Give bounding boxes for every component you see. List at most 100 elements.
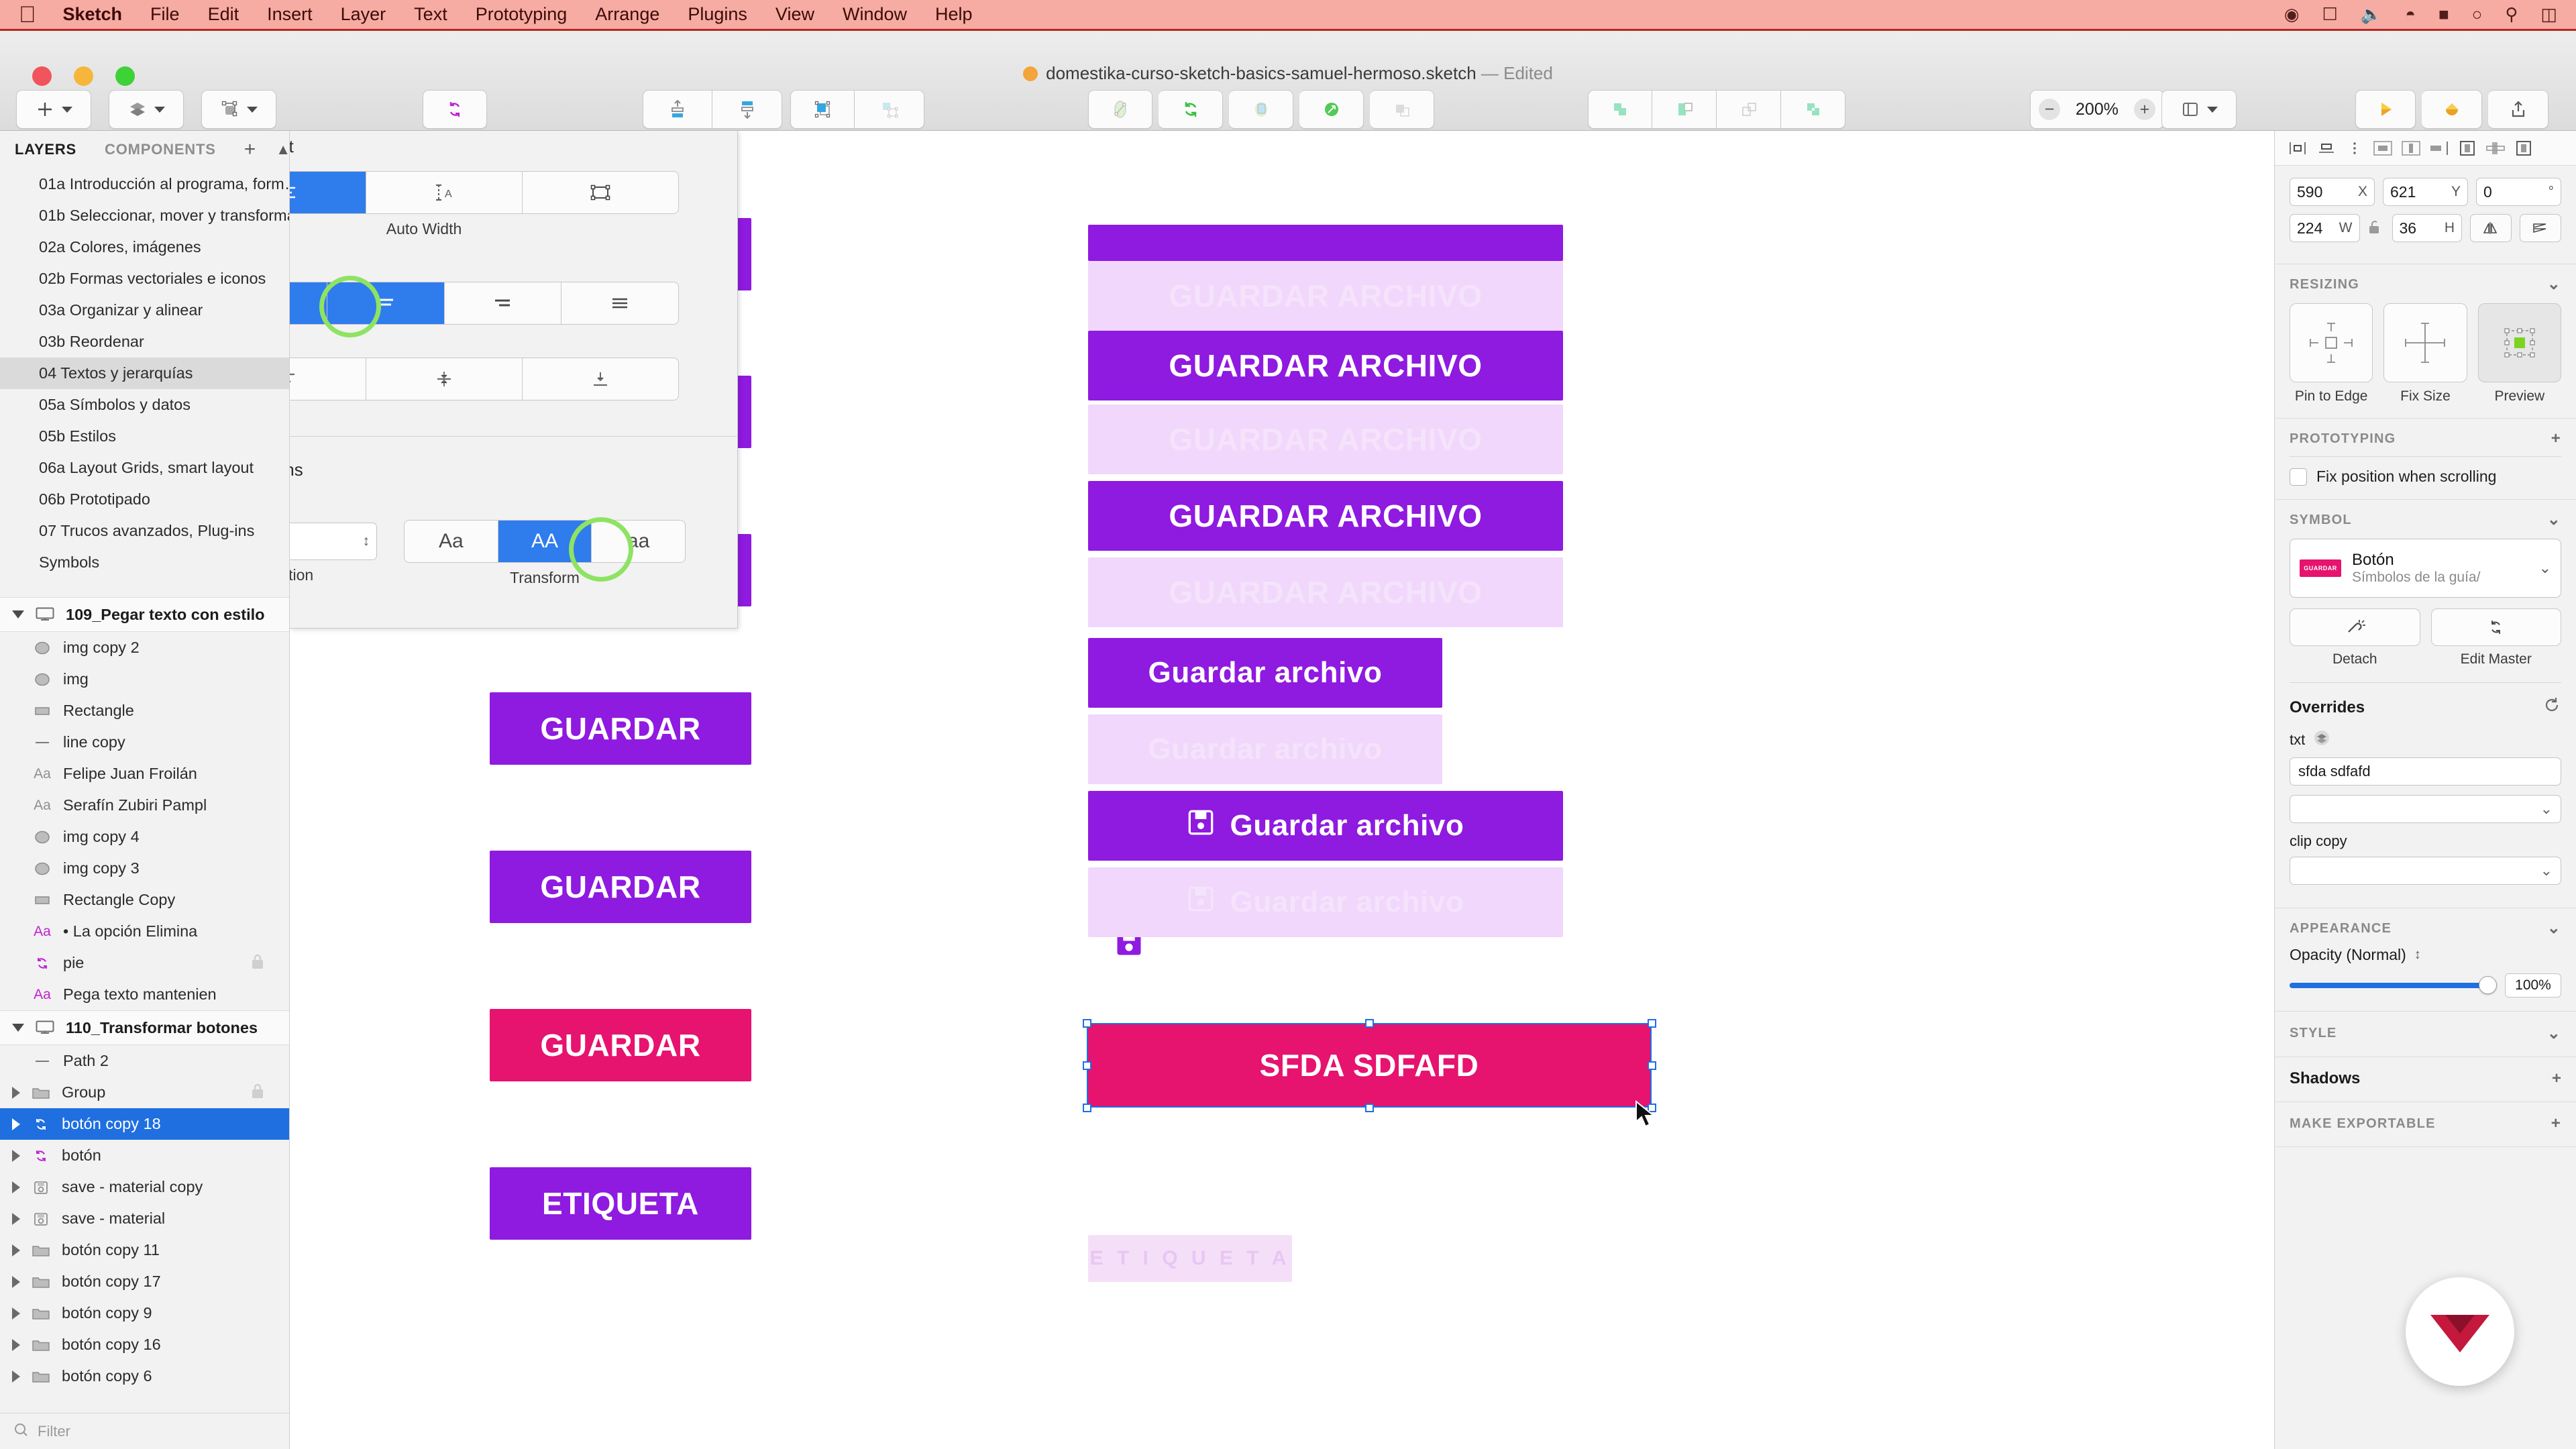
flatten-button[interactable] — [1370, 90, 1434, 129]
menu-item-text[interactable]: Text — [414, 4, 447, 25]
disclosure-triangle-icon[interactable] — [12, 1370, 20, 1383]
layer-row-rectangle-copy[interactable]: Rectangle Copy — [0, 884, 289, 916]
union-button[interactable] — [1588, 90, 1652, 129]
layer-row-img-copy-2[interactable]: img copy 2 — [0, 632, 289, 663]
disclosure-triangle-open-icon[interactable] — [12, 1024, 24, 1032]
disclosure-triangle-icon[interactable] — [12, 1338, 20, 1351]
canvas-button-guardar-archivo-1[interactable]: GUARDAR ARCHIVO — [1088, 261, 1563, 331]
valign-top-option[interactable] — [290, 358, 366, 400]
cloud-button[interactable] — [2422, 90, 2482, 129]
canvas-button-guardar-archivo-5[interactable]: GUARDAR ARCHIVO — [1088, 557, 1563, 627]
pin-to-edge-button[interactable] — [2290, 303, 2373, 382]
menu-item-sketch[interactable]: Sketch — [63, 4, 123, 25]
wifi-icon[interactable]: ◓ — [2405, 4, 2416, 25]
chevron-down-icon[interactable]: ⌄ — [2547, 1024, 2561, 1043]
menu-item-plugins[interactable]: Plugins — [688, 4, 747, 25]
preview-button[interactable] — [2355, 90, 2416, 129]
disclosure-triangle-icon[interactable] — [12, 1149, 20, 1162]
add-export-preset-button[interactable]: + — [2551, 1114, 2561, 1133]
fix-size-button[interactable] — [2383, 303, 2467, 382]
align-right-option[interactable] — [445, 282, 562, 324]
canvas-button-guardar-4[interactable]: GUARDAR — [490, 692, 751, 765]
layer-row-img-copy-4[interactable]: img copy 4 — [0, 821, 289, 853]
menu-item-file[interactable]: File — [150, 4, 180, 25]
flip-vertical-button[interactable] — [2520, 214, 2561, 242]
artboard-group-109[interactable]: 109_Pegar texto con estilo — [0, 597, 289, 632]
layer-row-group[interactable]: Group — [0, 1077, 289, 1108]
page-item-05a[interactable]: 05a Símbolos y datos — [0, 389, 289, 421]
add-page-icon[interactable]: + — [244, 140, 256, 160]
bring-forward-button[interactable] — [643, 90, 712, 129]
layer-row-felipe[interactable]: Aa Felipe Juan Froilán — [0, 758, 289, 790]
chevron-down-icon[interactable]: ⌄ — [2547, 920, 2561, 936]
layer-row-boton-copy-6[interactable]: botón copy 6 — [0, 1360, 289, 1392]
canvas-etiqueta-ghost[interactable]: E T I Q U E T A — [1088, 1235, 1292, 1282]
search-icon[interactable]: ⚲ — [2505, 4, 2518, 25]
disclosure-triangle-icon[interactable] — [12, 1212, 20, 1225]
chevron-down-icon[interactable]: ⌄ — [2540, 862, 2553, 879]
selection-handle-mr[interactable] — [1648, 1061, 1656, 1070]
text-size-mode-segment[interactable]: A — [290, 171, 679, 214]
menu-item-arrange[interactable]: Arrange — [595, 4, 659, 25]
menu-item-insert[interactable]: Insert — [267, 4, 313, 25]
export-button[interactable] — [2488, 90, 2548, 129]
chevron-down-icon[interactable]: ⌄ — [2547, 512, 2561, 528]
menu-item-help[interactable]: Help — [935, 4, 973, 25]
send-backward-button[interactable] — [712, 90, 782, 129]
selection-handle-tl[interactable] — [1083, 1019, 1091, 1028]
opacity-slider[interactable] — [2290, 976, 2497, 994]
fix-position-checkbox[interactable] — [2290, 468, 2307, 486]
insert-button[interactable] — [16, 90, 91, 129]
selection-handle-bl[interactable] — [1083, 1104, 1091, 1112]
group-button[interactable] — [790, 90, 855, 129]
layer-row-path-2[interactable]: Path 2 — [0, 1045, 289, 1077]
zoom-in-button[interactable]: + — [2134, 99, 2155, 120]
layer-row-img-copy-3[interactable]: img copy 3 — [0, 853, 289, 884]
fixed-size-option[interactable] — [523, 172, 678, 213]
y-field[interactable]: 621 Y — [2383, 178, 2468, 206]
disclosure-triangle-icon[interactable] — [12, 1181, 20, 1193]
view-button[interactable] — [2161, 90, 2237, 129]
canvas-button-guardar-archivo-3[interactable]: GUARDAR ARCHIVO — [1088, 405, 1563, 474]
lock-icon[interactable] — [250, 953, 265, 974]
data-button[interactable] — [109, 90, 184, 129]
canvas-button-guardar-archivo-2[interactable]: GUARDAR ARCHIVO — [1088, 331, 1563, 400]
page-item-03a[interactable]: 03a Organizar y alinear — [0, 294, 289, 326]
canvas-button-guardar-archivo-9[interactable]: Guardar archivo — [1088, 867, 1563, 937]
text-transform-segment[interactable]: Aa AA aa — [404, 520, 686, 563]
valign-bottom-option[interactable] — [523, 358, 678, 400]
add-shadow-button[interactable]: + — [2552, 1069, 2561, 1088]
layer-row-pega-texto-mantenien[interactable]: Aa Pega texto mantenien — [0, 979, 289, 1010]
unlock-proportions-icon[interactable] — [2368, 219, 2384, 238]
vertical-align-segment[interactable] — [290, 358, 679, 400]
disclosure-triangle-icon[interactable] — [12, 1086, 20, 1099]
canvas-button-guardar-archivo-6[interactable]: Guardar archivo — [1088, 638, 1442, 708]
chevron-down-icon[interactable]: ⌄ — [2547, 276, 2561, 292]
fix-position-checkbox-row[interactable]: Fix position when scrolling — [2290, 468, 2561, 486]
text-options-floating-panel[interactable]: nt A — [290, 131, 738, 629]
edit-vector-button[interactable] — [1088, 90, 1152, 129]
width-field[interactable]: 224 W — [2290, 214, 2360, 242]
canvas-button-guardar-pink[interactable]: GUARDAR — [490, 1009, 751, 1081]
distribute-horizontally-icon[interactable] — [2369, 137, 2397, 160]
layer-row-img[interactable]: img — [0, 663, 289, 695]
layer-row-rectangle[interactable]: Rectangle — [0, 695, 289, 727]
layer-row-serafin[interactable]: Aa Serafín Zubiri Pampl — [0, 790, 289, 821]
page-item-05b[interactable]: 05b Estilos — [0, 421, 289, 452]
layer-row-boton-copy-16[interactable]: botón copy 16 — [0, 1329, 289, 1360]
page-item-01a[interactable]: 01a Introducción al programa, form… — [0, 168, 289, 200]
add-prototype-link-button[interactable]: + — [2551, 431, 2561, 447]
tab-layers[interactable]: LAYERS — [15, 141, 76, 158]
canvas-button-guardar-archivo-0[interactable] — [1088, 225, 1563, 261]
menu-item-layer[interactable]: Layer — [341, 4, 386, 25]
align-right-edges-icon[interactable] — [2425, 137, 2453, 160]
stepper-icon[interactable]: ↕ — [2414, 947, 2421, 963]
screen-share-icon[interactable]: ☐ — [2322, 4, 2338, 25]
flip-horizontal-button[interactable] — [2470, 214, 2512, 242]
layer-row-la-opcion-elimina[interactable]: Aa • La opción Elimina — [0, 916, 289, 947]
valign-middle-option[interactable] — [366, 358, 523, 400]
layer-row-save-material-copy[interactable]: save - material copy — [0, 1171, 289, 1203]
layer-row-boton-copy-18[interactable]: botón copy 18 — [0, 1108, 289, 1140]
alignment-toolbar[interactable] — [2275, 131, 2576, 166]
zoom-out-button[interactable]: − — [2039, 99, 2060, 120]
